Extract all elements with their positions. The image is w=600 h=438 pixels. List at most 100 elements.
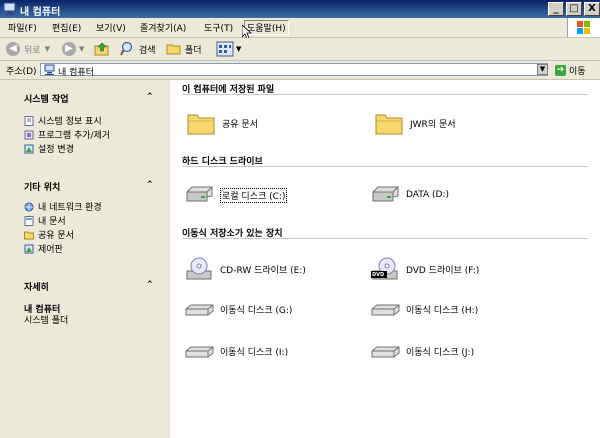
item-label: 이동식 디스크 (J:) [406, 347, 475, 358]
item-removable-i[interactable]: 이동식 디스크 (I:) [184, 338, 288, 364]
collapse-chevron-icon[interactable]: ⌃ [146, 92, 154, 102]
control-panel-icon [24, 144, 34, 153]
item-removable-g[interactable]: 이동식 디스크 (G:) [184, 296, 292, 322]
back-label: 뒤로 [24, 45, 41, 56]
removable-disk-icon [184, 338, 214, 364]
up-folder-icon [94, 42, 109, 56]
window-title: 내 컴퓨터 [20, 7, 61, 18]
network-icon [24, 202, 34, 211]
menu-edit[interactable]: 편집(E) [52, 21, 81, 34]
place-control-panel[interactable]: 제어판 [24, 242, 63, 255]
folders-icon [166, 44, 181, 55]
item-dvd-f[interactable]: DVD DVD 드라이브 (F:) [370, 256, 479, 282]
item-local-disk-c[interactable]: 로컬 디스크 (C:) [184, 182, 288, 208]
removable-disk-icon [184, 296, 214, 322]
go-button[interactable]: ➔ 이동 [555, 63, 597, 77]
address-value: 내 컴퓨터 [58, 68, 94, 78]
maximize-button[interactable]: □ [566, 2, 582, 16]
place-label: 내 네트워크 환경 [38, 203, 102, 213]
system-tasks-title[interactable]: 시스템 작업 [24, 92, 69, 105]
details-title[interactable]: 자세히 [24, 280, 49, 293]
documents-icon [24, 215, 34, 226]
forward-dropdown-icon[interactable]: ▼ [79, 45, 84, 53]
up-folder-button[interactable] [94, 41, 110, 57]
place-label: 제어판 [38, 245, 63, 255]
search-button[interactable]: 검색 [120, 41, 156, 57]
forward-arrow-icon: ▶ [62, 42, 76, 56]
folder-icon [374, 110, 404, 136]
minimize-button[interactable]: _ [548, 2, 564, 16]
item-jwr-documents[interactable]: JWR의 문서 [374, 110, 456, 136]
item-removable-h[interactable]: 이동식 디스크 (H:) [370, 296, 478, 322]
menu-favorites[interactable]: 즐겨찾기(A) [140, 21, 186, 34]
place-my-documents[interactable]: 내 문서 [24, 214, 66, 227]
back-button[interactable]: ◀ 뒤로 ▼ [6, 41, 50, 57]
item-label: JWR의 문서 [410, 119, 456, 130]
item-removable-j[interactable]: 이동식 디스크 (J:) [370, 338, 474, 364]
views-icon [216, 41, 234, 57]
add-remove-programs-icon [24, 130, 34, 139]
views-dropdown-icon[interactable]: ▼ [236, 45, 241, 53]
removable-disk-icon [370, 338, 400, 364]
place-label: 내 문서 [38, 217, 66, 227]
item-label: DVD 드라이브 (F:) [406, 265, 480, 276]
place-label: 공유 문서 [38, 231, 74, 241]
item-label: 이동식 디스크 (I:) [220, 347, 289, 358]
address-label: 주소(D) [6, 67, 37, 77]
item-label: 로컬 디스크 (C:) [220, 187, 288, 203]
task-change-setting[interactable]: 설정 변경 [24, 142, 74, 155]
content-pane: 이 컴퓨터에 저장된 파일 공유 문서 JWR의 문서 하드 디스크 드라이브 … [170, 80, 600, 438]
task-label: 시스템 정보 표시 [38, 117, 102, 127]
task-pane: 시스템 작업 ⌃ 시스템 정보 표시 프로그램 추가/제거 설정 변경 기타 위… [0, 80, 170, 438]
address-input[interactable]: 내 컴퓨터 [40, 63, 548, 78]
address-dropdown-icon[interactable]: ▼ [537, 64, 548, 75]
menu-view[interactable]: 보기(V) [96, 21, 126, 34]
hard-drive-icon [184, 182, 214, 208]
place-shared-documents[interactable]: 공유 문서 [24, 228, 74, 241]
folders-button[interactable]: 폴더 [166, 41, 202, 57]
search-label: 검색 [139, 45, 156, 56]
group-divider [182, 166, 588, 167]
task-system-info[interactable]: 시스템 정보 표시 [24, 114, 102, 127]
explorer-window: 내 컴퓨터 _ □ X 파일(F) 편집(E) 보기(V) 즐겨찾기(A) 도구… [0, 0, 600, 438]
my-computer-icon [3, 2, 17, 16]
task-add-remove-programs[interactable]: 프로그램 추가/제거 [24, 128, 110, 141]
dvd-badge: DVD [372, 272, 385, 278]
collapse-chevron-icon[interactable]: ⌃ [146, 280, 154, 290]
removable-disk-icon [370, 296, 400, 322]
item-data-d[interactable]: DATA (D:) [370, 182, 449, 208]
place-network[interactable]: 내 네트워크 환경 [24, 200, 102, 213]
toolbar: ◀ 뒤로 ▼ ▶ ▼ 검색 폴더 ▼ [0, 38, 600, 61]
item-cdrw-e[interactable]: CD-RW 드라이브 (E:) [184, 256, 306, 282]
search-icon [120, 41, 133, 56]
dvd-drive-icon: DVD [370, 256, 400, 282]
item-label: 공유 문서 [222, 119, 258, 130]
windows-logo [567, 18, 600, 37]
title-bar[interactable]: 내 컴퓨터 _ □ X [0, 0, 600, 18]
details-desc: 시스템 폴더 [24, 316, 69, 326]
group-divider [182, 238, 588, 239]
control-panel-icon [24, 244, 34, 253]
menu-bar: 파일(F) 편집(E) 보기(V) 즐겨찾기(A) 도구(T) 도움말(H) [0, 18, 600, 38]
item-shared-documents[interactable]: 공유 문서 [186, 110, 258, 136]
shared-folder-icon [24, 231, 34, 239]
back-dropdown-icon[interactable]: ▼ [45, 45, 50, 53]
go-label: 이동 [569, 66, 586, 77]
menu-tools[interactable]: 도구(T) [204, 21, 233, 34]
forward-button[interactable]: ▶ ▼ [62, 41, 84, 57]
system-info-icon [24, 115, 34, 126]
group-divider [182, 94, 588, 95]
other-places-title[interactable]: 기타 위치 [24, 180, 60, 193]
item-label: 이동식 디스크 (G:) [220, 305, 293, 316]
views-button[interactable]: ▼ [216, 41, 241, 57]
go-arrow-icon: ➔ [555, 64, 566, 76]
item-label: 이동식 디스크 (H:) [406, 305, 479, 316]
folder-icon [186, 110, 216, 136]
menu-file[interactable]: 파일(F) [8, 21, 37, 34]
hard-drive-icon [370, 182, 400, 208]
task-label: 프로그램 추가/제거 [38, 131, 111, 141]
item-label: CD-RW 드라이브 (E:) [220, 265, 306, 276]
close-button[interactable]: X [584, 2, 600, 16]
cd-drive-icon [184, 256, 214, 282]
collapse-chevron-icon[interactable]: ⌃ [146, 180, 154, 190]
